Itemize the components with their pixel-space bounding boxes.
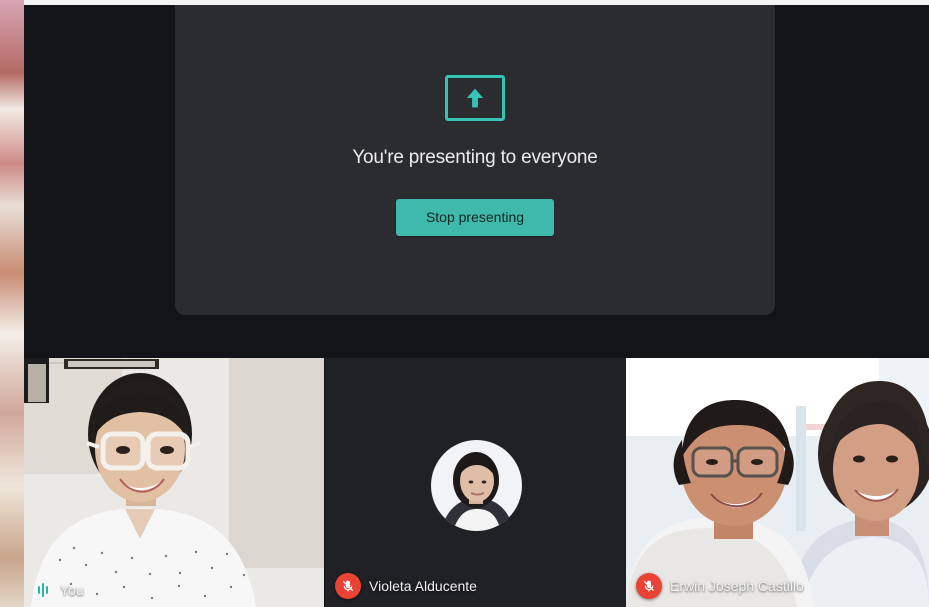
presenting-card: You're presenting to everyone Stop prese… (175, 5, 775, 315)
participant-name: You (60, 582, 84, 598)
present-to-all-icon (445, 75, 505, 121)
participant-tile-violeta[interactable]: Violeta Alducente (325, 358, 626, 607)
participant-tile-you[interactable]: You (24, 358, 324, 607)
audio-level-icon (34, 581, 52, 599)
mic-off-icon (335, 573, 361, 599)
presentation-stage: You're presenting to everyone Stop prese… (24, 5, 929, 358)
participant-tile-erwin[interactable]: Erwin Joseph Castillo (626, 358, 929, 607)
background-desktop-edge (0, 0, 25, 607)
avatar (431, 440, 522, 531)
participant-name: Violeta Alducente (369, 578, 477, 594)
participant-label-violeta: Violeta Alducente (335, 573, 477, 599)
participant-video-you (24, 358, 324, 607)
mic-off-icon (636, 573, 662, 599)
participant-label-you: You (34, 581, 84, 599)
participant-label-erwin: Erwin Joseph Castillo (636, 573, 804, 599)
participant-grid: You Violeta Alducente Erwin Joseph Casti… (24, 358, 929, 607)
participant-video-erwin (626, 358, 929, 607)
participant-name: Erwin Joseph Castillo (670, 578, 804, 594)
stop-presenting-button[interactable]: Stop presenting (396, 199, 554, 236)
presenting-title: You're presenting to everyone (352, 147, 598, 168)
